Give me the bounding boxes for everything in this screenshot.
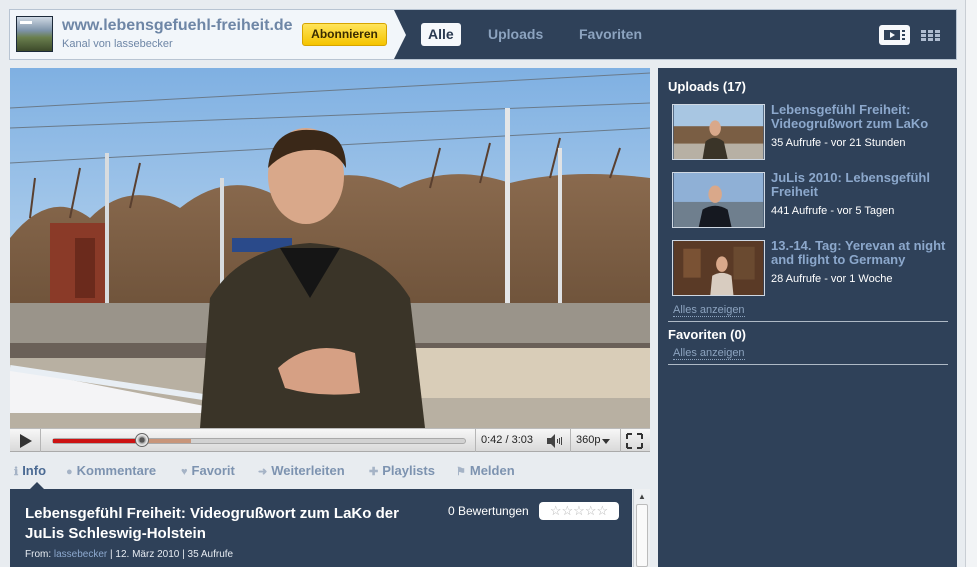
heart-icon: ♥ [181, 466, 188, 478]
control-separator [570, 429, 571, 452]
upload-thumbnail[interactable] [672, 104, 765, 160]
plus-icon: ✚ [369, 466, 379, 478]
channel-avatar[interactable] [16, 16, 53, 52]
info-icon: ℹ [14, 466, 19, 478]
star-icon[interactable]: ☆ [596, 503, 608, 518]
action-info[interactable]: ℹ Info [14, 463, 46, 478]
volume-icon[interactable] [545, 433, 567, 449]
quality-selector[interactable]: 360p [576, 434, 600, 446]
scroll-up-icon[interactable]: ▲ [638, 492, 646, 501]
star-rating[interactable]: ☆☆☆☆☆ [539, 502, 619, 520]
grid-view-icon[interactable] [921, 25, 941, 45]
channel-title[interactable]: www.lebensgefuehl-freiheit.de [62, 17, 293, 35]
control-separator [475, 429, 476, 452]
video-frame[interactable] [10, 68, 650, 428]
video-picture [10, 68, 650, 428]
channel-info-box: www.lebensgefuehl-freiheit.de Kanal von … [10, 10, 394, 59]
favorites-title[interactable]: Favoriten (0) [668, 327, 746, 342]
progress-handle[interactable] [134, 433, 149, 447]
ratings-count: 0 Bewertungen [448, 504, 529, 518]
forward-icon: ➜ [258, 466, 268, 478]
action-weiterleiten[interactable]: ➜ Weiterleiten [258, 463, 345, 478]
tab-favoriten[interactable]: Favoriten [579, 23, 642, 46]
video-info-panel: Lebensgefühl Freiheit: Videogrußwort zum… [10, 489, 632, 567]
upload-title[interactable]: JuLis 2010: Lebensgefühl Freiheit [771, 171, 956, 199]
uploads-show-all-link[interactable]: Alles anzeigen [673, 304, 745, 317]
control-separator [40, 429, 41, 452]
meta-separator: | [110, 549, 113, 560]
divider [668, 321, 948, 322]
star-icon[interactable]: ☆ [562, 503, 574, 518]
upload-meta: 35 Aufrufe - vor 21 Stunden [771, 137, 906, 149]
upload-meta: 441 Aufrufe - vor 5 Tagen [771, 205, 895, 217]
channel-box-arrow [394, 10, 406, 59]
upload-item[interactable]: 13.-14. Tag: Yerevan at night and flight… [672, 239, 957, 298]
scroll-thumb[interactable] [636, 504, 648, 567]
upload-item[interactable]: Lebensgefühl Freiheit: Videogrußwort zum… [672, 103, 957, 162]
sidebar: Uploads (17) Lebensgefühl Freiheit: Vide… [658, 68, 957, 567]
action-favorit[interactable]: ♥ Favorit [181, 463, 235, 478]
action-kommentare[interactable]: ● Kommentare [66, 463, 156, 478]
flag-icon: ⚑ [456, 466, 466, 478]
star-icon[interactable]: ☆ [550, 503, 562, 518]
subscribe-button[interactable]: Abonnieren [302, 23, 387, 46]
video-title: Lebensgefühl Freiheit: Videogrußwort zum… [25, 505, 399, 542]
fullscreen-icon[interactable] [626, 433, 643, 449]
control-separator [620, 429, 621, 452]
upload-meta: 28 Aufrufe - vor 1 Woche [771, 273, 893, 285]
action-playlists[interactable]: ✚ Playlists [369, 463, 435, 478]
channel-header: www.lebensgefuehl-freiheit.de Kanal von … [9, 9, 957, 60]
from-label: From: [25, 549, 52, 560]
channel-subtitle: Kanal von lassebecker [62, 38, 173, 50]
upload-item[interactable]: JuLis 2010: Lebensgefühl Freiheit 441 Au… [672, 171, 957, 230]
info-scrollbar[interactable]: ▲ [633, 489, 650, 567]
player-view-icon[interactable] [879, 25, 910, 45]
comment-icon: ● [66, 466, 73, 478]
play-icon[interactable] [14, 432, 36, 450]
upload-thumbnail[interactable] [672, 240, 765, 296]
favorites-show-all-link[interactable]: Alles anzeigen [673, 347, 745, 360]
progress-played [53, 439, 142, 443]
star-icon[interactable]: ☆ [585, 503, 597, 518]
upload-title[interactable]: 13.-14. Tag: Yerevan at night and flight… [771, 239, 956, 267]
video-meta: From: lassebecker | 12. März 2010 | 35 A… [25, 549, 233, 560]
meta-separator: | [182, 549, 185, 560]
upload-date: 12. März 2010 [115, 549, 180, 560]
star-icon[interactable]: ☆ [573, 503, 585, 518]
player-controls: 0:42 / 3:03 360p [10, 428, 650, 452]
progress-track[interactable] [52, 438, 466, 444]
window-edge [965, 0, 977, 567]
chevron-down-icon[interactable] [602, 439, 610, 445]
tab-uploads[interactable]: Uploads [488, 23, 543, 46]
action-melden[interactable]: ⚑ Melden [456, 463, 515, 478]
tab-alle[interactable]: Alle [421, 23, 461, 46]
author-link[interactable]: lassebecker [54, 549, 107, 560]
upload-title[interactable]: Lebensgefühl Freiheit: Videogrußwort zum… [771, 103, 956, 131]
view-count: 35 Aufrufe [187, 549, 234, 560]
uploads-title[interactable]: Uploads (17) [668, 79, 746, 94]
divider [668, 364, 948, 365]
upload-thumbnail[interactable] [672, 172, 765, 228]
info-panel-pointer [30, 482, 44, 489]
time-display: 0:42 / 3:03 [481, 434, 533, 446]
